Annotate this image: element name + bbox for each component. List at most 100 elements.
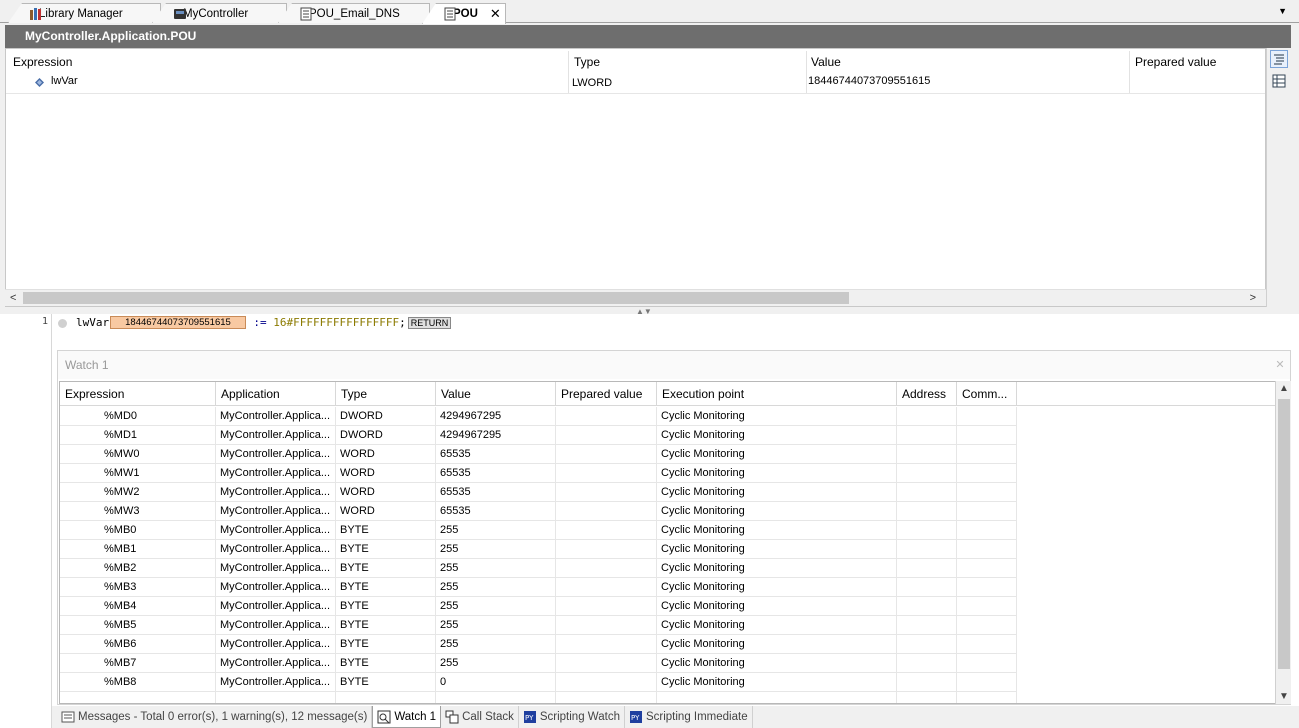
tab-call-stack[interactable]: Call Stack — [441, 706, 519, 728]
empty-cell — [897, 426, 957, 445]
empty-cell — [556, 673, 657, 692]
watch-value: 255 — [436, 578, 556, 597]
page-title: MyController.Application.POU — [5, 25, 1291, 48]
table-row[interactable]: %MB4 MyController.Applica... BYTE 255 Cyclic… — [60, 597, 1017, 616]
tab-pou-email-dns[interactable]: POU_Email_DNS — [278, 3, 430, 23]
column-header-prepared-value[interactable]: Prepared value — [1135, 51, 1216, 73]
watch-expression: %MB5 — [60, 616, 216, 635]
code-editor[interactable]: 1 lwVar 18446744073709551615 := 16#FFFFF… — [0, 314, 1299, 728]
watch-header-application[interactable]: Application — [216, 382, 336, 406]
tab-scripting-watch[interactable]: PY Scripting Watch — [519, 706, 625, 728]
watch-type: BYTE — [336, 654, 436, 673]
watch-value: 255 — [436, 654, 556, 673]
empty-cell — [897, 616, 957, 635]
decl-expression[interactable]: lwVar — [51, 75, 78, 87]
empty-cell — [957, 407, 1017, 426]
table-row[interactable]: %MW0 MyController.Applica... WORD 65535 Cycl… — [60, 445, 1017, 464]
table-row[interactable]: %MB3 MyController.Applica... BYTE 255 Cyclic… — [60, 578, 1017, 597]
table-row[interactable]: %MB8 MyController.Applica... BYTE 0 Cyclic M… — [60, 673, 1017, 692]
close-icon[interactable]: ✕ — [1272, 357, 1288, 373]
watch-application: MyController.Applica... — [216, 578, 336, 597]
empty-cell — [556, 426, 657, 445]
breakpoint-marker-icon[interactable] — [58, 319, 67, 328]
table-row[interactable]: %MW2 MyController.Applica... WORD 65535 Cycl… — [60, 483, 1017, 502]
watch-header-prepared-value[interactable]: Prepared value — [556, 382, 657, 406]
watch-expression: %MB0 — [60, 521, 216, 540]
vertical-scrollbar[interactable]: ▲ ▼ — [1275, 381, 1291, 704]
empty-cell — [897, 445, 957, 464]
empty-cell — [60, 692, 216, 703]
watch-application: MyController.Applica... — [216, 483, 336, 502]
table-row[interactable] — [60, 692, 1017, 703]
watch-type: DWORD — [336, 407, 436, 426]
column-header-type[interactable]: Type — [574, 51, 600, 73]
empty-cell — [556, 654, 657, 673]
watch-expression: %MW3 — [60, 502, 216, 521]
scroll-right-icon[interactable]: > — [1250, 290, 1256, 307]
close-icon[interactable]: ✕ — [490, 6, 501, 22]
watch-header-comment[interactable]: Comm... — [957, 382, 1017, 406]
watch-type: WORD — [336, 502, 436, 521]
empty-cell — [957, 597, 1017, 616]
chevron-down-icon[interactable]: ▼ — [1278, 6, 1287, 16]
watch-execution-point: Cyclic Monitoring — [657, 483, 897, 502]
table-row[interactable]: %MW3 MyController.Applica... WORD 65535 Cycl… — [60, 502, 1017, 521]
table-row[interactable]: %MB0 MyController.Applica... BYTE 255 Cyclic… — [60, 521, 1017, 540]
scripting-immediate-icon: PY — [629, 711, 642, 723]
empty-cell — [556, 540, 657, 559]
table-row[interactable]: %MB6 MyController.Applica... BYTE 255 Cyclic… — [60, 635, 1017, 654]
tab-mycontroller[interactable]: MyController — [152, 3, 287, 23]
empty-cell — [957, 445, 1017, 464]
tab-scripting-immediate[interactable]: PY Scripting Immediate — [625, 706, 753, 728]
watch-header-execution-point[interactable]: Execution point — [657, 382, 897, 406]
inline-monitor-value[interactable]: 18446744073709551615 — [110, 316, 246, 329]
table-row[interactable]: %MB2 MyController.Applica... BYTE 255 Cyclic… — [60, 559, 1017, 578]
scroll-left-icon[interactable]: < — [10, 290, 16, 307]
table-row[interactable]: %MB5 MyController.Applica... BYTE 255 Cyclic… — [60, 616, 1017, 635]
empty-cell — [556, 578, 657, 597]
watch-expression: %MB2 — [60, 559, 216, 578]
tab-pou[interactable]: POU ✕ — [422, 3, 506, 24]
scroll-down-icon[interactable]: ▼ — [1279, 691, 1289, 702]
scrollbar-thumb[interactable] — [23, 292, 849, 304]
empty-cell — [897, 692, 957, 703]
editor-tab-strip: Library Manager MyController POU_Email_D… — [0, 0, 1299, 24]
tab-label: POU_Email_DNS — [309, 7, 400, 20]
scrollbar-thumb[interactable] — [1278, 399, 1290, 669]
tab-library-manager[interactable]: Library Manager — [8, 3, 161, 23]
watch-header-expression[interactable]: Expression — [60, 382, 216, 406]
watch-type: BYTE — [336, 540, 436, 559]
table-row[interactable]: %MD0 MyController.Applica... DWORD 42949672… — [60, 407, 1017, 426]
watch-type: BYTE — [336, 559, 436, 578]
empty-cell — [436, 692, 556, 703]
scroll-up-icon[interactable]: ▲ — [1279, 383, 1289, 394]
tabular-view-button[interactable] — [1270, 72, 1288, 90]
empty-cell — [957, 654, 1017, 673]
decl-value: 18446744073709551615 — [808, 75, 931, 87]
watch-header-address[interactable]: Address — [897, 382, 957, 406]
column-header-value[interactable]: Value — [811, 51, 841, 73]
watch-value: 65535 — [436, 483, 556, 502]
empty-cell — [957, 426, 1017, 445]
column-header-expression[interactable]: Expression — [13, 51, 72, 73]
tab-watch-1[interactable]: Watch 1 — [372, 706, 442, 728]
watch-expression: %MD0 — [60, 407, 216, 426]
table-row[interactable]: %MW1 MyController.Applica... WORD 65535 Cycl… — [60, 464, 1017, 483]
table-row[interactable]: %MB7 MyController.Applica... BYTE 255 Cyclic… — [60, 654, 1017, 673]
table-row[interactable]: %MB1 MyController.Applica... BYTE 255 Cyclic… — [60, 540, 1017, 559]
tab-label: Scripting Watch — [539, 711, 620, 723]
line-number: 1 — [42, 316, 49, 327]
code-line[interactable]: lwVar 18446744073709551615 := 16#FFFFFFF… — [76, 316, 452, 329]
table-row[interactable]: %MD1 MyController.Applica... DWORD 42949672… — [60, 426, 1017, 445]
horizontal-scrollbar[interactable]: < > — [5, 289, 1266, 306]
watch-value: 4294967295 — [436, 407, 556, 426]
watch-header-row: Expression Application Type Value Prepar… — [60, 382, 1275, 406]
empty-cell — [957, 578, 1017, 597]
watch-header-value[interactable]: Value — [436, 382, 556, 406]
watch-header-type[interactable]: Type — [336, 382, 436, 406]
watch-execution-point: Cyclic Monitoring — [657, 445, 897, 464]
tab-messages[interactable]: Messages - Total 0 error(s), 1 warning(s… — [57, 706, 373, 728]
tab-label: Messages - Total 0 error(s), 1 warning(s… — [78, 711, 368, 723]
empty-cell — [556, 616, 657, 635]
textual-view-button[interactable] — [1270, 50, 1288, 68]
